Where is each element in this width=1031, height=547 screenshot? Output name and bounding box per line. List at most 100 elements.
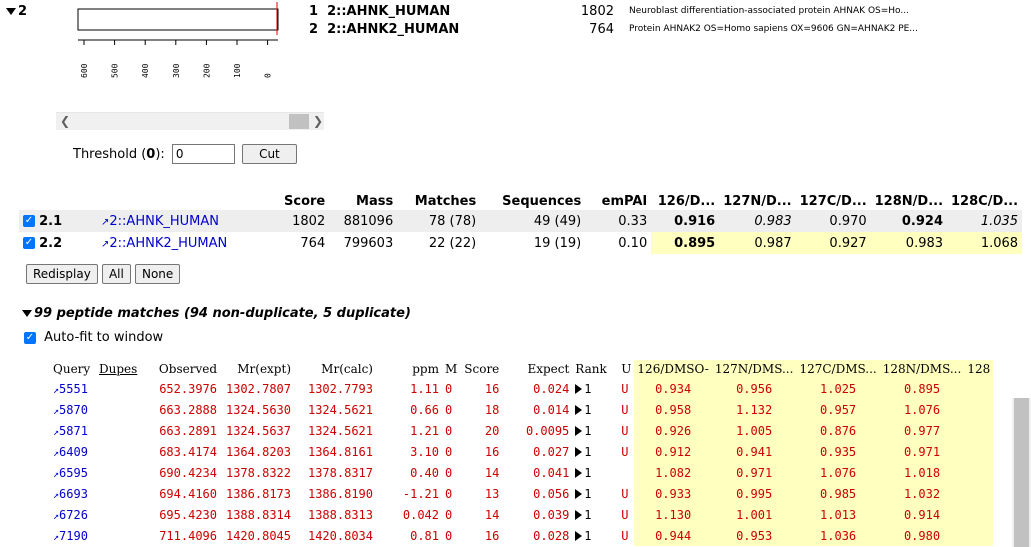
group-toggle[interactable]: 2 [6, 4, 27, 19]
scroll-thumb[interactable] [289, 114, 309, 129]
mr-calc-value: 1364.8161 [307, 444, 373, 459]
plot-tick-label: 600 [80, 63, 89, 78]
expect-value: 0.039 [533, 507, 570, 522]
peptide-section-toggle[interactable]: 99 peptide matches (94 non-duplicate, 5 … [22, 306, 411, 321]
rank-value: 1 [584, 381, 592, 396]
ppm-value: 3.10 [410, 444, 439, 459]
ratio-127c: 0.957 [796, 399, 880, 420]
rank-toggle-icon[interactable] [575, 447, 583, 457]
ratio-126: 0.933 [634, 483, 712, 504]
protein-id: 2.2 [39, 235, 63, 251]
query-link[interactable]: 6693 [59, 487, 88, 501]
mr-calc-value: 1324.5621 [307, 423, 373, 438]
col-rank: Rank [575, 362, 607, 376]
protein-score: 764 [300, 235, 326, 251]
ratio-126: 0.895 [651, 232, 720, 254]
col-126: 126/D... [657, 193, 716, 209]
protein-header-row: Score Mass Matches Sequences emPAI 126/D… [19, 192, 1022, 210]
ratio-128n: 1.076 [879, 399, 965, 420]
ratio-127n: 0.987 [719, 232, 796, 254]
peptide-vertical-scrollbar[interactable] [1012, 398, 1031, 547]
observed-value: 694.4160 [159, 486, 217, 501]
peptide-section-title: 99 peptide matches (94 non-duplicate, 5 … [34, 306, 411, 321]
hit-descriptions: Neuroblast differentiation-associated pr… [629, 6, 918, 42]
query-link[interactable]: 6595 [59, 466, 88, 480]
ratio-127c: 1.036 [796, 525, 880, 546]
ratio-126: 1.082 [634, 462, 712, 483]
dupes-cell [96, 420, 150, 441]
mr-expt-value: 1324.5630 [225, 402, 291, 417]
protein-score: 1802 [280, 210, 330, 232]
peptide-row: ↗6726 695.4230 1388.8314 1388.8313 0.042 0 14 0… [50, 504, 994, 525]
query-link[interactable]: 5551 [59, 382, 88, 396]
expect-value: 0.041 [533, 465, 570, 480]
plot-scrollbar[interactable]: ❮ ❯ [56, 112, 324, 130]
query-link[interactable]: 6726 [59, 508, 88, 522]
col-score: Score [284, 193, 326, 209]
vertical-scroll-thumb[interactable] [1014, 398, 1029, 547]
score-value: 13 [484, 486, 500, 501]
m-value: 0 [445, 507, 453, 522]
protein-checkbox[interactable]: ✓ [23, 237, 35, 249]
protein-matches: 78 (78) [397, 210, 481, 232]
ppm-value: 1.21 [410, 423, 439, 438]
col-ppm: ppm [412, 362, 439, 376]
protein-sequences: 19 (19) [533, 235, 582, 251]
ppm-value: 1.11 [410, 381, 439, 396]
rank-value: 1 [584, 465, 592, 480]
rank-toggle-icon[interactable] [575, 384, 583, 394]
col-128n: 128N/DMS... [879, 360, 965, 378]
threshold-input[interactable] [171, 144, 235, 164]
scroll-left-icon[interactable]: ❮ [60, 113, 70, 130]
col-127n: 127N/D... [723, 193, 792, 209]
query-link[interactable]: 7190 [59, 529, 88, 543]
protein-checkbox[interactable]: ✓ [23, 215, 35, 227]
observed-value: 652.3976 [159, 381, 217, 396]
select-none-button[interactable]: None [134, 264, 181, 284]
ratio-128c: 1.068 [947, 232, 1023, 254]
protein-link[interactable]: 2::AHNK_HUMAN [109, 214, 219, 229]
mr-calc-value: 1420.8034 [307, 528, 373, 543]
unique-flag: U [621, 423, 629, 438]
scroll-right-icon[interactable]: ❯ [313, 113, 323, 130]
unique-flag: U [621, 381, 629, 396]
mr-calc-value: 1386.8190 [307, 486, 373, 501]
rank-toggle-icon[interactable] [575, 468, 583, 478]
autofit-checkbox[interactable]: ✓ [24, 331, 36, 344]
select-all-button[interactable]: All [101, 264, 131, 284]
rank-toggle-icon[interactable] [575, 531, 583, 541]
ratio-127c: 0.970 [795, 210, 871, 232]
mr-expt-value: 1302.7807 [225, 381, 291, 396]
ratio-127n: 0.956 [711, 378, 797, 399]
protein-link[interactable]: 2::AHNK2_HUMAN [109, 236, 227, 251]
rank-toggle-icon[interactable] [575, 510, 583, 520]
plot-axis: 600 500 400 300 200 100 0 [80, 40, 273, 78]
expect-value: 0.028 [533, 528, 570, 543]
ratio-127c: 0.876 [796, 420, 880, 441]
ratio-126: 0.958 [634, 399, 712, 420]
plot-tick-label: 100 [233, 63, 242, 78]
plot-tick-label: 200 [202, 63, 211, 78]
cut-button[interactable]: Cut [242, 144, 297, 164]
collapse-arrow-icon [6, 8, 16, 15]
hit-number: 1 [309, 4, 319, 19]
observed-value: 663.2888 [159, 402, 217, 417]
rank-toggle-icon[interactable] [575, 405, 583, 415]
expect-value: 0.027 [533, 444, 570, 459]
peptide-row: ↗6595 690.4234 1378.8322 1378.8317 0.40 0 14 0.… [50, 462, 994, 483]
query-link[interactable]: 5871 [59, 424, 88, 438]
observed-value: 683.4174 [159, 444, 217, 459]
peptide-row: ↗5871 663.2891 1324.5637 1324.5621 1.21 0 20 0.… [50, 420, 994, 441]
query-link[interactable]: 5870 [59, 403, 88, 417]
redisplay-button[interactable]: Redisplay [26, 264, 98, 284]
rank-value: 1 [584, 507, 592, 522]
threshold-control: Threshold (0): Cut [73, 144, 297, 164]
rank-toggle-icon[interactable] [575, 489, 583, 499]
plot-tick-label: 0 [264, 73, 273, 78]
query-link[interactable]: 6409 [59, 445, 88, 459]
score-value: 20 [484, 423, 500, 438]
rank-toggle-icon[interactable] [575, 426, 583, 436]
peptide-row: ↗7190 711.4096 1420.8045 1420.8034 0.81 0 16 0.… [50, 525, 994, 546]
col-dupes[interactable]: Dupes [96, 360, 150, 378]
peptide-row: ↗6409 683.4174 1364.8203 1364.8161 3.10 0 16 0.… [50, 441, 994, 462]
